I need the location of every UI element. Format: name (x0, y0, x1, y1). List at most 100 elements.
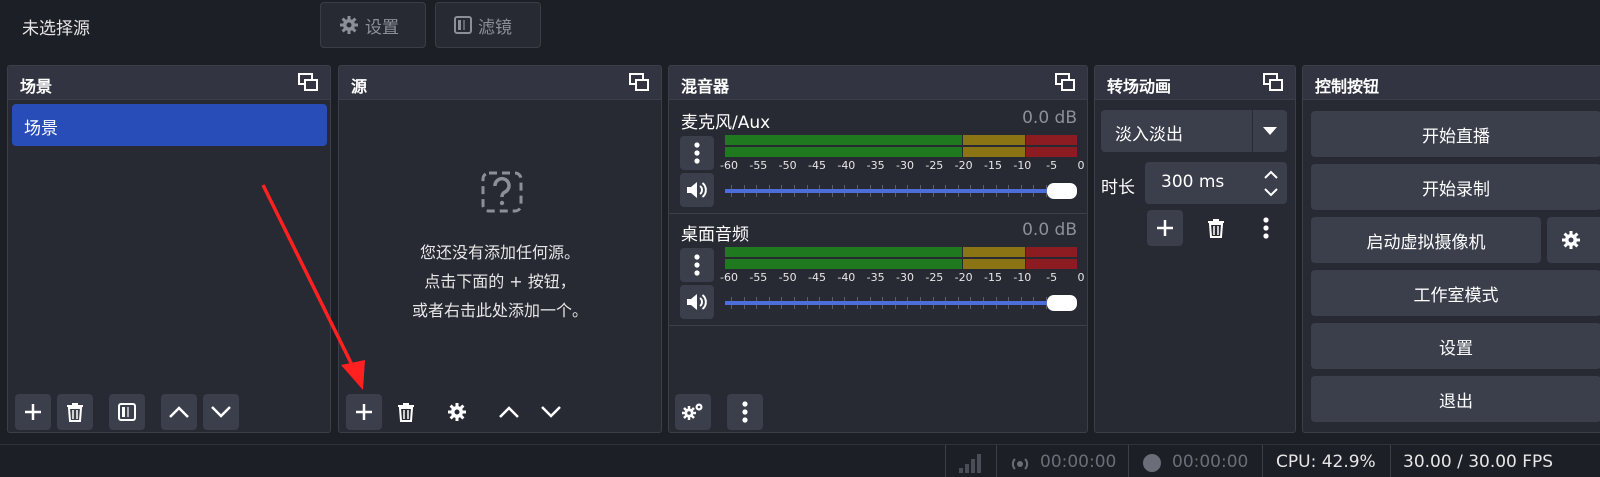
source-settings-button[interactable]: 设置 (320, 2, 426, 48)
volume-slider[interactable] (725, 181, 1077, 201)
meter-scale: -60 -55 -50 -45 -40 -35 -30 -25 -20 -15 -10 -5 0 (720, 271, 1084, 285)
stream-time: 00:00:00 (1040, 452, 1117, 472)
start-recording-label: 开始录制 (1422, 179, 1490, 200)
meter-scale-label: -20 (954, 271, 973, 284)
float-icon[interactable] (1055, 73, 1075, 91)
cpu-usage: CPU: 42.9% (1276, 452, 1376, 472)
meter-scale-label: -60 (720, 271, 738, 284)
remove-scene-button[interactable] (57, 394, 93, 430)
volume-meter (725, 135, 1077, 157)
mixer-dock-header: 混音器 (669, 66, 1087, 100)
remove-transition-button[interactable] (1198, 210, 1234, 246)
channel-name: 桌面音频 (681, 225, 749, 245)
studio-mode-label: 工作室模式 (1413, 285, 1499, 306)
source-properties-button[interactable] (439, 394, 475, 430)
studio-mode-button[interactable]: 工作室模式 (1311, 270, 1600, 316)
scene-item-label: 场景 (24, 119, 58, 139)
trash-icon (398, 403, 414, 422)
float-icon[interactable] (629, 73, 649, 91)
volume-slider[interactable] (725, 293, 1077, 313)
gear-icon (1562, 231, 1580, 249)
up-icon (169, 406, 189, 418)
sources-dock-header: 源 (339, 66, 661, 100)
scenes-dock-title: 场景 (20, 77, 53, 96)
transitions-dock: 转场动画 淡入淡出 时长 300 ms (1094, 65, 1296, 433)
meter-scale-label: -40 (837, 159, 856, 172)
kebab-icon (694, 142, 700, 164)
mixer-menu-button[interactable] (727, 394, 763, 430)
channel-db: 0.0 dB (1022, 220, 1077, 240)
record-time: 00:00:00 (1172, 452, 1249, 472)
duration-spinbox[interactable]: 300 ms (1145, 162, 1287, 204)
settings-button[interactable]: 设置 (1311, 323, 1600, 369)
chevron-down-icon (1263, 127, 1277, 135)
scene-list-item[interactable]: 场景 (12, 104, 327, 146)
mute-button[interactable] (680, 173, 714, 207)
status-bar: 00:00:00 00:00:00 CPU: 42.9% 30.00 / 30.… (0, 444, 1600, 477)
meter-scale-label: -55 (749, 159, 768, 172)
meter-scale-label: -55 (749, 271, 768, 284)
chevron-down-icon[interactable] (1263, 187, 1279, 197)
meter-scale-label: -60 (720, 159, 738, 172)
meter-scale-label: -5 (1046, 271, 1058, 284)
source-filters-label: 滤镜 (478, 17, 512, 38)
float-icon[interactable] (1263, 73, 1283, 91)
advanced-audio-button[interactable] (675, 394, 711, 430)
mute-button[interactable] (680, 285, 714, 319)
start-virtual-camera-button[interactable]: 启动虚拟摄像机 (1311, 217, 1541, 263)
trash-icon (1208, 219, 1224, 238)
down-icon (211, 406, 231, 418)
move-scene-down-button[interactable] (203, 394, 239, 430)
move-source-up-button[interactable] (491, 394, 527, 430)
remove-source-button[interactable] (388, 394, 424, 430)
gear-icon (448, 403, 466, 421)
kebab-icon (742, 401, 748, 423)
add-scene-button[interactable] (15, 394, 51, 430)
source-filters-button[interactable]: 滤镜 (435, 2, 541, 48)
meter-scale-label: -50 (778, 271, 797, 284)
transition-properties-button[interactable] (1248, 210, 1284, 246)
scene-filters-button[interactable] (109, 394, 145, 430)
meter-scale-label: -25 (925, 271, 944, 284)
mixer-dock-title: 混音器 (681, 77, 730, 96)
add-source-button[interactable] (346, 394, 382, 430)
chevron-up-icon[interactable] (1263, 170, 1279, 180)
float-icon[interactable] (298, 73, 318, 91)
plus-icon (356, 404, 372, 420)
meter-scale-label: 0 (1077, 159, 1085, 172)
gear-icon (682, 403, 703, 420)
filter-icon (118, 403, 136, 421)
meter-scale-label: -20 (954, 159, 973, 172)
empty-sources-hint-1: 您还没有添加任何源。 (419, 243, 580, 262)
start-recording-button[interactable]: 开始录制 (1311, 164, 1600, 210)
volume-slider-handle[interactable] (1047, 295, 1077, 311)
start-streaming-label: 开始直播 (1422, 126, 1490, 147)
meter-scale-label: -30 (896, 271, 914, 284)
controls-dock: 控制按钮 开始直播 开始录制 启动虚拟摄像机 工作室模式 设置 退出 (1302, 65, 1600, 433)
duration-value: 300 ms (1161, 172, 1225, 192)
channel-menu-button[interactable] (680, 248, 714, 282)
volume-slider-handle[interactable] (1047, 183, 1077, 199)
selected-source-label: 未选择源 (22, 19, 90, 39)
meter-scale-label: -35 (866, 159, 885, 172)
exit-button[interactable]: 退出 (1311, 376, 1600, 422)
move-scene-up-button[interactable] (161, 394, 197, 430)
plus-icon (1157, 220, 1173, 236)
empty-sources-hint-2: 点击下面的 + 按钮， (424, 272, 576, 291)
virtual-camera-settings-button[interactable] (1547, 217, 1600, 263)
start-streaming-button[interactable]: 开始直播 (1311, 111, 1600, 157)
move-source-down-button[interactable] (533, 394, 569, 430)
exit-label: 退出 (1439, 391, 1473, 412)
mixer-channel-desktop: 桌面音频 0.0 dB -60 -55 -50 -45 -40 -35 -30 -25 -20-… (669, 214, 1087, 326)
channel-menu-button[interactable] (680, 136, 714, 170)
add-transition-button[interactable] (1147, 210, 1183, 246)
transitions-dock-header: 转场动画 (1095, 66, 1295, 100)
question-icon (481, 171, 523, 213)
meter-scale-label: -10 (1013, 271, 1032, 284)
plus-icon (25, 404, 41, 420)
transition-select[interactable]: 淡入淡出 (1101, 110, 1287, 152)
start-virtual-camera-label: 启动虚拟摄像机 (1366, 232, 1486, 253)
meter-scale-label: -10 (1013, 159, 1032, 172)
kebab-icon (694, 254, 700, 276)
volume-icon (687, 294, 707, 310)
